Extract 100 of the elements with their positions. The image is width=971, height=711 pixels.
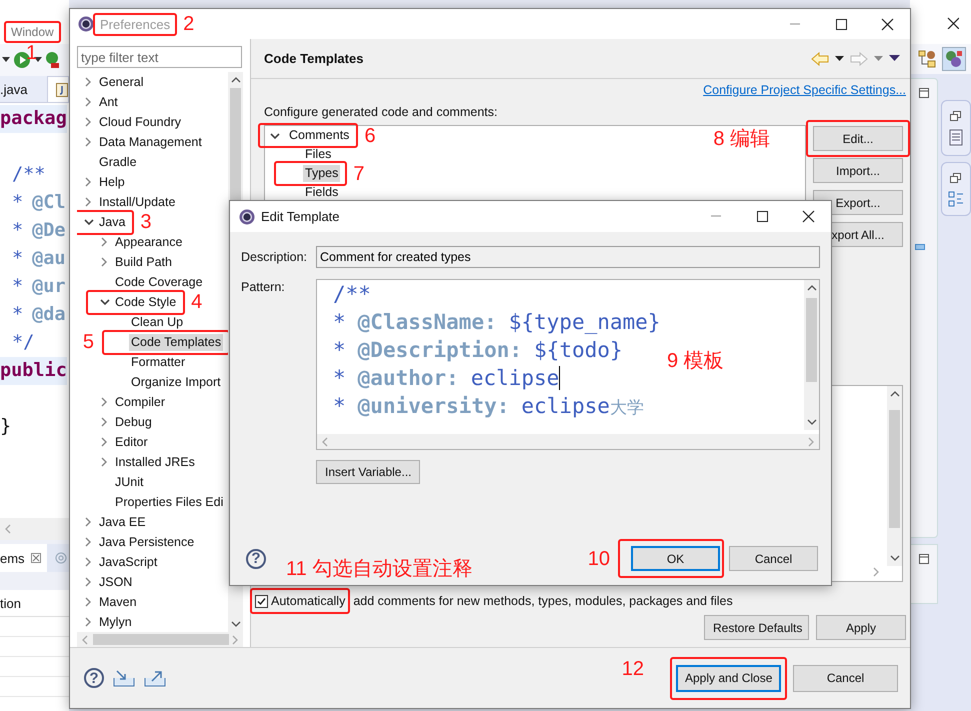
scrollbar[interactable] xyxy=(887,386,902,566)
section-label: Configure generated code and comments: xyxy=(264,105,498,119)
code-line: * @ur xyxy=(11,275,66,299)
tree-item[interactable]: Gradle xyxy=(97,154,139,170)
eclipse-icon xyxy=(78,16,94,32)
tree-item[interactable]: Compiler xyxy=(113,394,168,410)
checkbox[interactable] xyxy=(255,594,268,608)
tree-item[interactable]: Appearance xyxy=(113,234,184,250)
scrollbar[interactable] xyxy=(804,280,819,430)
debug-run-icon[interactable] xyxy=(45,51,59,69)
pattern-editor[interactable]: /** * @ClassName: ${type_name} * @Description: ${todo} * @author: eclipse * @university: eclipse大学 9 模板 xyxy=(316,279,820,450)
outline-icon[interactable] xyxy=(948,191,964,207)
tree-item[interactable]: JSON xyxy=(97,574,134,590)
tree-item[interactable]: Properties Files Edi xyxy=(113,494,226,510)
tree-item[interactable]: Editor xyxy=(113,434,150,450)
button[interactable]: Import... xyxy=(813,158,903,183)
page-title: Code Templates xyxy=(264,51,364,66)
scroll-marker-icon xyxy=(915,244,925,250)
button[interactable]: Insert Variable... xyxy=(316,460,420,484)
code-line: * @ClassName: ${type_name} xyxy=(333,309,660,336)
settings-link[interactable]: Configure Project Specific Settings... xyxy=(703,83,906,97)
button[interactable]: Cancel xyxy=(729,546,818,571)
scrollbar[interactable] xyxy=(77,632,243,647)
java-perspective-icon[interactable] xyxy=(945,50,963,68)
help-button[interactable]: ? xyxy=(84,668,104,688)
menu-icon[interactable] xyxy=(889,55,900,62)
restore-icon[interactable] xyxy=(950,173,962,183)
scrollbar[interactable] xyxy=(317,434,819,449)
tree-item[interactable]: Organize Import xyxy=(129,374,223,390)
button[interactable]: Cancel xyxy=(793,664,898,692)
button[interactable]: Apply and Close xyxy=(676,664,781,692)
annotation-label: 1 xyxy=(26,42,38,64)
tree-item[interactable]: Clean Up xyxy=(129,314,186,330)
dropdown-icon xyxy=(34,57,42,63)
tree-item[interactable]: Java xyxy=(97,214,128,230)
close-icon[interactable] xyxy=(800,208,816,225)
tree-item[interactable]: Mylyn xyxy=(97,614,134,630)
tree-item[interactable]: Cloud Foundry xyxy=(97,114,183,130)
annotation-label: 9 模板 xyxy=(667,350,724,372)
tree-item[interactable]: Java Persistence xyxy=(97,534,196,550)
task-list-icon[interactable] xyxy=(949,129,963,147)
import-icon[interactable] xyxy=(113,669,135,687)
help-button[interactable]: ? xyxy=(246,548,266,568)
annotation-label: 8 编辑 xyxy=(713,128,770,150)
tree-item[interactable]: Ant xyxy=(97,94,120,110)
scrollbar-thumb[interactable] xyxy=(889,410,900,528)
tree-item[interactable]: Help xyxy=(97,174,127,190)
tree-item[interactable]: General xyxy=(97,74,146,90)
checkbox-label[interactable]: add comments for new methods, types, modules, packages and files xyxy=(353,594,733,608)
tree-item[interactable]: JUnit xyxy=(113,474,146,490)
tree-item[interactable]: JavaScript xyxy=(97,554,160,570)
close-icon[interactable] xyxy=(945,15,959,29)
field-label: Description: xyxy=(241,249,308,264)
filter-field[interactable]: type filter text xyxy=(77,46,242,68)
code-line: * @De xyxy=(11,219,66,243)
dropdown-icon xyxy=(2,57,10,63)
tree-item[interactable]: Build Path xyxy=(113,254,174,270)
tree-item[interactable]: Data Management xyxy=(97,134,204,150)
code-line: } xyxy=(0,415,12,439)
restore-icon[interactable] xyxy=(950,111,962,121)
tree-item[interactable]: Maven xyxy=(97,594,139,610)
code-line: /** xyxy=(11,163,46,187)
button[interactable]: Apply xyxy=(816,615,906,640)
tree-item[interactable]: Install/Update xyxy=(97,194,178,210)
hierarchy-icon[interactable] xyxy=(918,50,936,68)
tree-item[interactable]: Java EE xyxy=(97,514,148,530)
code-line: * @university: eclipse大学 xyxy=(333,393,644,420)
tree-item[interactable]: Comments xyxy=(287,127,352,144)
button[interactable]: OK xyxy=(631,546,720,571)
tree-item[interactable]: Types xyxy=(303,165,340,182)
java-file-icon[interactable] xyxy=(56,82,68,96)
maximize-icon[interactable] xyxy=(918,553,930,565)
tree-item[interactable]: Code Style xyxy=(113,294,178,310)
export-icon[interactable] xyxy=(144,669,166,687)
scrollbar-thumb[interactable] xyxy=(806,298,817,382)
close-icon[interactable] xyxy=(878,16,896,32)
back-arrow-icon[interactable] xyxy=(811,52,829,66)
tree-item[interactable]: Files xyxy=(303,146,334,163)
maximize-icon[interactable] xyxy=(918,87,930,99)
tree-item[interactable]: Fields xyxy=(303,184,340,201)
column-header[interactable]: tion xyxy=(0,596,21,610)
tree-item[interactable]: Installed JREs xyxy=(113,454,197,470)
button[interactable]: Restore Defaults xyxy=(704,615,809,640)
annotation-label: 4 xyxy=(191,291,202,313)
window-title: Preferences xyxy=(100,16,170,32)
tree-item[interactable]: Formatter xyxy=(129,354,188,370)
tree-item[interactable]: Debug xyxy=(113,414,154,430)
description-field[interactable]: Comment for created types xyxy=(316,246,820,268)
checkbox-label[interactable]: Automatically xyxy=(271,594,346,608)
dropdown-icon[interactable] xyxy=(835,56,844,62)
annotation-label: 5 xyxy=(82,331,94,353)
menu-item[interactable]: Window xyxy=(11,25,54,39)
code-line: * @au xyxy=(11,247,66,271)
forward-arrow-icon[interactable] xyxy=(850,52,868,66)
code-line: */ xyxy=(11,331,34,355)
tree-item[interactable]: Code Templates xyxy=(129,334,224,350)
tree-item[interactable]: Code Coverage xyxy=(113,274,205,290)
editor-tab[interactable]: .java xyxy=(0,76,47,102)
button[interactable]: Edit... xyxy=(813,126,903,151)
scrollbar-thumb[interactable] xyxy=(93,634,229,645)
